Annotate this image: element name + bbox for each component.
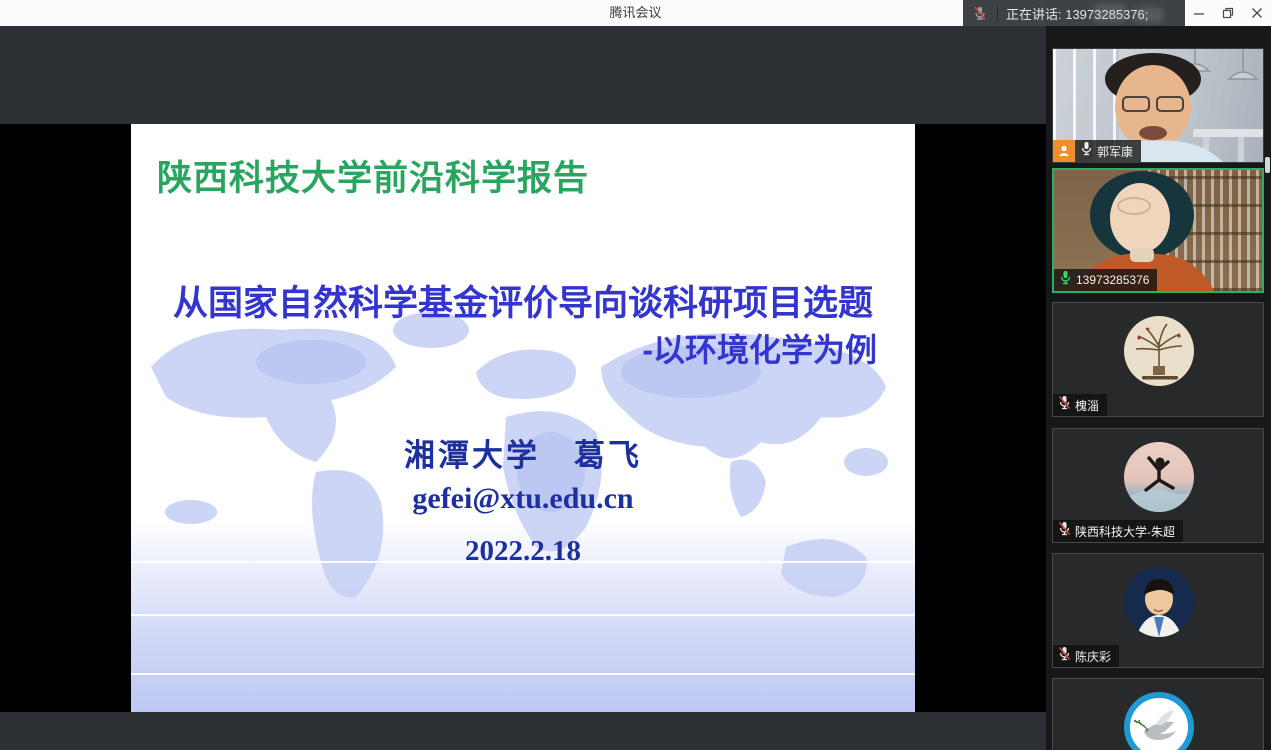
- tree-logo-avatar: [1124, 316, 1194, 386]
- participant-label: 陈庆彩: [1053, 645, 1119, 667]
- slide-subheading: 陕西科技大学前沿科学报告: [157, 150, 589, 201]
- watermark: [1133, 7, 1163, 23]
- slide-email: gefei@xtu.edu.cn: [131, 482, 915, 516]
- participant-name: 槐淄: [1075, 397, 1099, 414]
- meeting-window: 腾讯会议 正在讲话: 13973285376;: [0, 0, 1271, 750]
- rule-line: [131, 673, 915, 675]
- participant-name: 13973285376: [1076, 273, 1149, 287]
- participant-name: 陈庆彩: [1075, 648, 1111, 665]
- participant-label: 13973285376: [1054, 269, 1157, 291]
- minimize-button[interactable]: [1186, 0, 1212, 26]
- slide-author: 湘潭大学 葛飞: [131, 430, 915, 475]
- speaking-indicator: 正在讲话: 13973285376;: [963, 0, 1185, 26]
- sidebar-scrollbar[interactable]: [1265, 157, 1270, 173]
- participant-tile-avatar-4[interactable]: [1052, 678, 1264, 750]
- participant-label: 陕西科技大学-朱超: [1053, 520, 1183, 542]
- participant-label: 郭军康: [1053, 140, 1141, 162]
- participant-tile-avatar-3[interactable]: 陈庆彩: [1052, 553, 1264, 668]
- watermark: [1093, 4, 1127, 22]
- close-button[interactable]: [1244, 0, 1270, 26]
- host-badge-icon: [1053, 140, 1075, 162]
- mic-muted-icon: [1058, 395, 1071, 415]
- participant-name: 陕西科技大学-朱超: [1075, 523, 1175, 540]
- mic-muted-icon: [1058, 521, 1071, 541]
- participant-label: 槐淄: [1053, 394, 1107, 416]
- participant-tile-video-2[interactable]: 13973285376: [1052, 168, 1264, 293]
- titlebar: 腾讯会议 正在讲话: 13973285376;: [0, 0, 1271, 26]
- mic-speaking-icon: [1059, 270, 1072, 290]
- mic-muted-icon: [1058, 646, 1071, 666]
- restore-button[interactable]: [1215, 0, 1241, 26]
- boy-portrait-avatar: [1124, 567, 1194, 637]
- participant-tile-video-1[interactable]: 郭军康: [1052, 48, 1264, 163]
- jumping-person-avatar: [1124, 442, 1194, 512]
- participants-panel: 郭军康: [1046, 26, 1271, 750]
- window-controls: [1185, 0, 1271, 26]
- presentation-stage: 陕西科技大学前沿科学报告 从国家自然科学基金评价导向谈科研项目选题 -以环境化学…: [0, 124, 1046, 712]
- participant-tile-avatar-1[interactable]: 槐淄: [1052, 302, 1264, 417]
- participant-name: 郭军康: [1097, 143, 1133, 160]
- slide-date: 2022.2.18: [131, 535, 915, 568]
- slide-title-line2: -以环境化学为例: [642, 325, 877, 371]
- mic-muted-icon[interactable]: [963, 0, 997, 26]
- dove-logo-avatar: [1124, 692, 1194, 750]
- slide-title-line1: 从国家自然科学基金评价导向谈科研项目选题: [131, 275, 915, 326]
- shared-screen-area: 陕西科技大学前沿科学报告 从国家自然科学基金评价导向谈科研项目选题 -以环境化学…: [0, 26, 1046, 750]
- rule-line: [131, 614, 915, 616]
- presentation-slide: 陕西科技大学前沿科学报告 从国家自然科学基金评价导向谈科研项目选题 -以环境化学…: [131, 124, 915, 712]
- mic-on-icon: [1080, 141, 1093, 161]
- participant-tile-avatar-2[interactable]: 陕西科技大学-朱超: [1052, 428, 1264, 543]
